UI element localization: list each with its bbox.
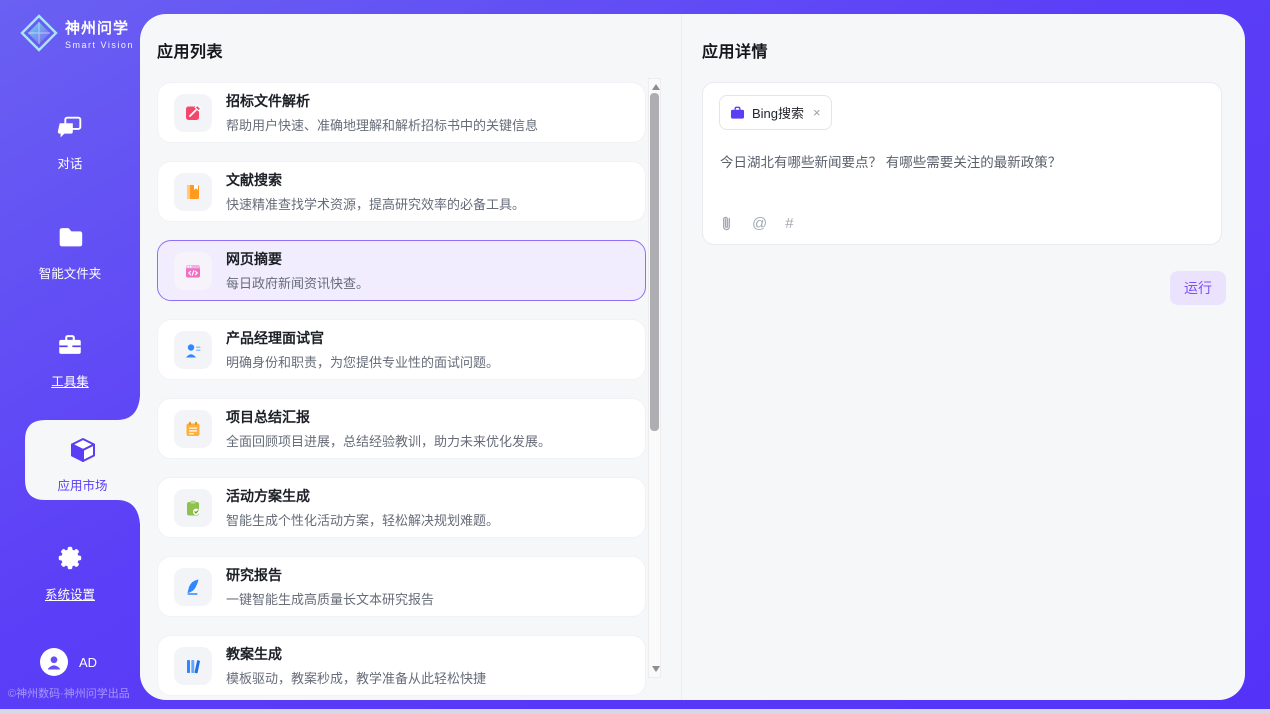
browser-icon <box>183 261 203 281</box>
document-edit-icon <box>183 103 203 123</box>
briefcase-icon <box>730 106 745 120</box>
user-profile[interactable]: AD <box>40 648 97 676</box>
quill-icon <box>183 577 203 597</box>
column-divider <box>681 14 682 700</box>
app-icon-box <box>174 331 212 369</box>
app-icon-box <box>174 568 212 606</box>
app-list-scrollbar[interactable] <box>648 78 661 678</box>
sidebar-item-settings[interactable]: 系统设置 <box>0 543 140 603</box>
app-card-bid-analysis[interactable]: 招标文件解析 帮助用户快速、准确地理解和解析招标书中的关键信息 <box>157 82 646 143</box>
app-card-title: 招标文件解析 <box>226 91 538 111</box>
notes-icon <box>183 419 203 439</box>
app-card-lesson-plan[interactable]: 教案生成 模板驱动，教案秒成，教学准备从此轻松快捷 <box>157 635 646 696</box>
sidebar: 神州问学 Smart Vision 对话 智能文件夹 <box>0 0 140 714</box>
diamond-logo-icon <box>20 14 58 52</box>
prompt-input[interactable]: 今日湖北有哪些新闻要点？ 有哪些需要关注的最新政策？ <box>720 151 1200 171</box>
app-card-title: 产品经理面试官 <box>226 328 499 348</box>
avatar <box>40 648 68 676</box>
sidebar-item-label: 工具集 <box>0 371 140 390</box>
app-card-desc: 全面回顾项目进展，总结经验教训，助力未来优化发展。 <box>226 431 551 450</box>
scrollbar-thumb[interactable] <box>650 93 659 431</box>
clipboard-check-icon <box>183 498 203 518</box>
app-window: 神州问学 Smart Vision 对话 智能文件夹 <box>0 0 1270 714</box>
sidebar-item-label: 应用市场 <box>25 475 140 494</box>
books-icon <box>183 656 203 676</box>
app-icon-box <box>174 94 212 132</box>
app-card-desc: 明确身份和职责，为您提供专业性的面试问题。 <box>226 352 499 371</box>
cube-icon <box>67 434 99 466</box>
scroll-down-arrow-icon[interactable] <box>652 666 660 672</box>
app-card-title: 项目总结汇报 <box>226 407 551 427</box>
app-icon-box <box>174 252 212 290</box>
chat-icon <box>55 112 85 142</box>
sidebar-item-toolbox[interactable]: 工具集 <box>0 330 140 390</box>
app-card-research-report[interactable]: 研究报告 一键智能生成高质量长文本研究报告 <box>157 556 646 617</box>
app-card-title: 研究报告 <box>226 565 434 585</box>
sidebar-item-label: 系统设置 <box>0 584 140 603</box>
app-card-literature-search[interactable]: 文献搜索 快速精准查找学术资源，提高研究效率的必备工具。 <box>157 161 646 222</box>
app-card-pm-interviewer[interactable]: 产品经理面试官 明确身份和职责，为您提供专业性的面试问题。 <box>157 319 646 380</box>
folder-icon <box>55 222 85 252</box>
app-card-title: 活动方案生成 <box>226 486 499 506</box>
brand-logo: 神州问学 Smart Vision <box>20 14 134 52</box>
app-icon-box <box>174 647 212 685</box>
sidebar-item-app-market[interactable]: 应用市场 <box>25 420 140 500</box>
sidebar-item-smart-folder[interactable]: 智能文件夹 <box>0 222 140 282</box>
interviewer-icon <box>183 340 203 360</box>
hash-icon[interactable]: # <box>785 215 793 232</box>
prompt-card: Bing搜索 × 今日湖北有哪些新闻要点？ 有哪些需要关注的最新政策？ @ # <box>702 82 1222 245</box>
toolbox-icon <box>55 330 85 360</box>
app-card-title: 网页摘要 <box>226 249 369 269</box>
book-icon <box>183 182 203 202</box>
chip-close-icon[interactable]: × <box>813 105 821 120</box>
sidebar-item-label: 对话 <box>0 153 140 172</box>
sidebar-item-chat[interactable]: 对话 <box>0 112 140 172</box>
app-list-title: 应用列表 <box>157 38 223 62</box>
scroll-up-arrow-icon[interactable] <box>652 84 660 90</box>
app-card-desc: 每日政府新闻资讯快查。 <box>226 273 369 292</box>
app-card-title: 教案生成 <box>226 644 486 664</box>
app-card-desc: 一键智能生成高质量长文本研究报告 <box>226 589 434 608</box>
tool-chip-bing-search[interactable]: Bing搜索 × <box>719 95 832 130</box>
paperclip-icon[interactable] <box>719 214 734 233</box>
run-button[interactable]: 运行 <box>1170 271 1226 305</box>
app-card-desc: 模板驱动，教案秒成，教学准备从此轻松快捷 <box>226 668 486 687</box>
at-icon[interactable]: @ <box>752 215 767 232</box>
brand-name: 神州问学 <box>65 17 134 38</box>
brand-subtitle: Smart Vision <box>65 40 134 50</box>
input-toolbar: @ # <box>719 214 794 233</box>
app-icon-box <box>174 489 212 527</box>
app-card-desc: 快速精准查找学术资源，提高研究效率的必备工具。 <box>226 194 525 213</box>
gear-icon <box>55 543 85 573</box>
app-card-event-plan[interactable]: 活动方案生成 智能生成个性化活动方案，轻松解决规划难题。 <box>157 477 646 538</box>
user-initials: AD <box>79 655 97 670</box>
app-icon-box <box>174 410 212 448</box>
sidebar-footer-text: ©神州数码·神州问学出品 <box>8 685 140 701</box>
sidebar-item-label: 智能文件夹 <box>0 263 140 282</box>
app-card-web-summary[interactable]: 网页摘要 每日政府新闻资讯快查。 <box>157 240 646 301</box>
app-list: 招标文件解析 帮助用户快速、准确地理解和解析招标书中的关键信息 文献搜索 快速精… <box>157 82 646 696</box>
tool-chip-label: Bing搜索 <box>752 103 804 122</box>
bottom-edge-line <box>0 709 1270 714</box>
app-icon-box <box>174 173 212 211</box>
app-card-desc: 帮助用户快速、准确地理解和解析招标书中的关键信息 <box>226 115 538 134</box>
app-detail-title: 应用详情 <box>702 38 768 62</box>
person-icon <box>45 653 63 671</box>
app-card-desc: 智能生成个性化活动方案，轻松解决规划难题。 <box>226 510 499 529</box>
app-card-title: 文献搜索 <box>226 170 525 190</box>
app-card-project-summary[interactable]: 项目总结汇报 全面回顾项目进展，总结经验教训，助力未来优化发展。 <box>157 398 646 459</box>
